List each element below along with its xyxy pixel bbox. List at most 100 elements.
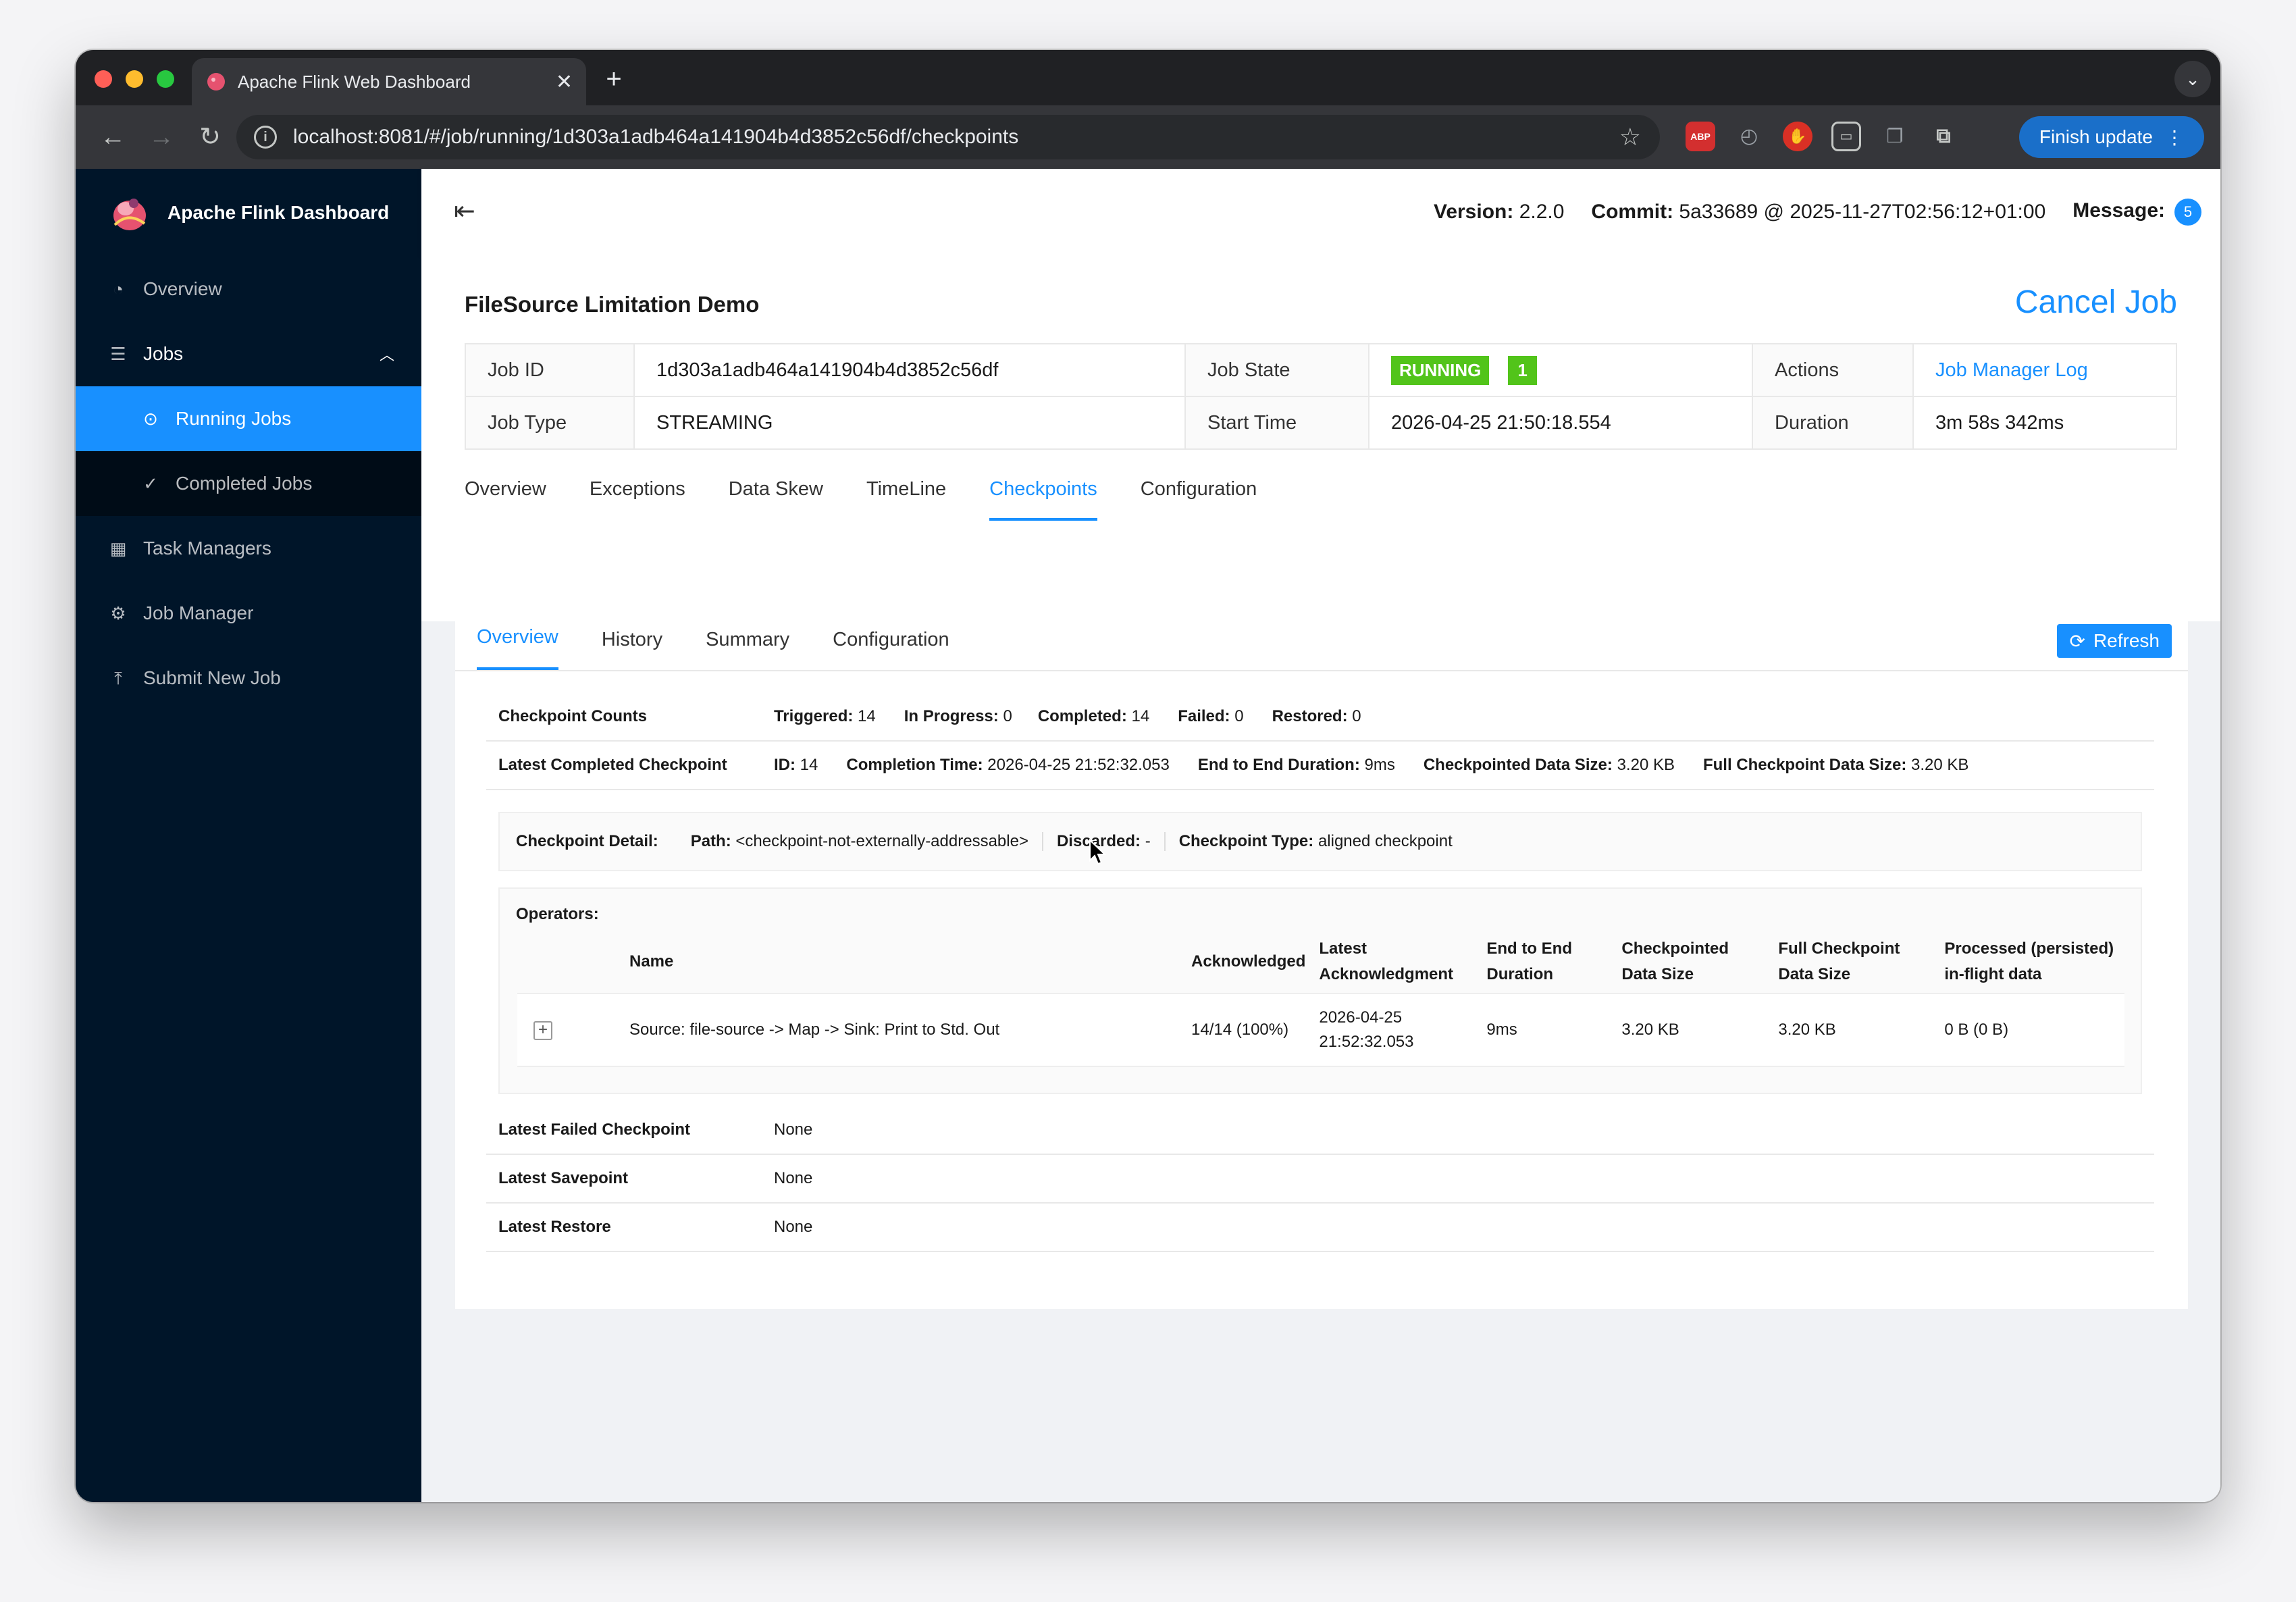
back-button[interactable]: ← [96, 120, 130, 154]
job-type-label: Job Type [465, 396, 635, 450]
operator-latest-ack: 2026-04-25 21:52:32.053 [1312, 993, 1480, 1067]
version-info: Version: 2.2.0 Commit: 5a33689 @ 2025-11… [1434, 199, 2201, 226]
extensions-puzzle-icon[interactable]: ⧉ [1929, 122, 1958, 151]
latest-failed-label: Latest Failed Checkpoint [498, 1120, 691, 1139]
refresh-button[interactable]: ⟳ Refresh [2057, 624, 2172, 658]
job-title: FileSource Limitation Demo [465, 292, 760, 317]
stop-extension-icon[interactable]: ✋ [1783, 122, 1812, 151]
sidebar-item-completed-jobs[interactable]: ✓ Completed Jobs [76, 451, 421, 516]
dashboard-icon: ◔ [113, 279, 124, 299]
failed-label: Failed: [1178, 707, 1230, 725]
actions-label: Actions [1752, 343, 1914, 397]
operator-checkpointed-size: 3.20 KB [1615, 993, 1772, 1067]
more-vert-icon: ⋮ [2165, 126, 2184, 148]
site-info-icon[interactable]: i [254, 126, 277, 149]
sidebar: Apache Flink Dashboard ◔ Overview ☰ Jobs… [76, 169, 421, 1502]
latest-restore-label: Latest Restore [498, 1218, 611, 1236]
sidebar-item-jobs[interactable]: ☰ Jobs ︿ [76, 321, 421, 386]
tab-data-skew[interactable]: Data Skew [729, 478, 823, 521]
sidebar-item-overview[interactable]: ◔ Overview [76, 257, 421, 321]
table-row: + Source: file-source -> Map -> Sink: Pr… [517, 993, 2124, 1067]
sidebar-item-task-managers[interactable]: ▦ Task Managers [76, 516, 421, 581]
tab-search-button[interactable]: ⌄ [2174, 61, 2211, 97]
cancel-job-button[interactable]: Cancel Job [2015, 284, 2177, 321]
reload-button[interactable]: ↻ [193, 120, 227, 154]
refresh-icon: ⟳ [2069, 630, 2085, 652]
top-bar: ⇤ Version: 2.2.0 Commit: 5a33689 @ 2025-… [421, 169, 2220, 255]
job-id-label: Job ID [465, 343, 635, 397]
checkpoint-tab-overview[interactable]: Overview [477, 626, 558, 670]
checkpoint-counts-row: Checkpoint Counts Triggered: 14 In Progr… [486, 693, 2154, 742]
latest-failed-row: Latest Failed Checkpoint None [486, 1106, 2154, 1155]
in-progress-label: In Progress: [904, 707, 999, 725]
maximize-window-button[interactable] [157, 70, 174, 88]
tab-timeline[interactable]: TimeLine [866, 478, 946, 521]
operator-full-size: 3.20 KB [1771, 993, 1938, 1067]
job-info-row: Job ID 1d303a1adb464a141904b4d3852c56df … [465, 343, 2177, 397]
completion-time: Completion Time: 2026-04-25 21:52:32.053 [846, 756, 1169, 775]
screen-extension-icon[interactable]: ▭ [1831, 122, 1861, 151]
browser-tab[interactable]: Apache Flink Web Dashboard ✕ [192, 58, 586, 105]
commit-label: Commit: [1591, 201, 1674, 223]
checkpoint-id-label: ID: [774, 756, 795, 774]
sidebar-item-label: Job Manager [143, 602, 254, 623]
job-state-cell: RUNNING 1 [1368, 343, 1753, 397]
job-id-value: 1d303a1adb464a141904b4d3852c56df [633, 343, 1186, 397]
checkpoint-detail-label: Checkpoint Detail: [516, 832, 658, 850]
close-tab-icon[interactable]: ✕ [556, 70, 573, 94]
sidebar-item-running-jobs[interactable]: ⊙ Running Jobs [76, 386, 421, 451]
sidebar-item-submit-new-job[interactable]: ⤒ Submit New Job [76, 646, 421, 710]
checkpoint-tab-history[interactable]: History [602, 629, 662, 670]
triggered-label: Triggered: [774, 707, 854, 725]
message-button[interactable]: Message: 5 [2072, 199, 2201, 226]
job-info-table: Job ID 1d303a1adb464a141904b4d3852c56df … [465, 343, 2177, 450]
address-bar[interactable]: i localhost:8081/#/job/running/1d303a1ad… [236, 115, 1660, 159]
adblock-extension-icon[interactable]: ABP [1686, 122, 1715, 151]
new-tab-button[interactable]: + [597, 62, 631, 96]
build-icon: ⚙ [110, 603, 126, 623]
job-manager-log-link[interactable]: Job Manager Log [1935, 359, 2088, 381]
copy-extension-icon[interactable]: ❐ [1880, 122, 1910, 151]
forward-button[interactable]: → [145, 120, 178, 154]
list-icon: ☰ [110, 344, 126, 364]
checkpoint-id: ID: 14 [774, 756, 818, 775]
column-header-acknowledged: Acknowledged [1184, 931, 1313, 994]
tab-overview[interactable]: Overview [465, 478, 546, 521]
menu-fold-icon[interactable]: ⇤ [454, 196, 475, 226]
finish-update-button[interactable]: Finish update ⋮ [2018, 116, 2204, 158]
close-window-button[interactable] [95, 70, 112, 88]
checkpoint-tab-configuration[interactable]: Configuration [833, 629, 949, 670]
brand[interactable]: Apache Flink Dashboard [76, 169, 421, 257]
operator-e2e: 9ms [1480, 993, 1615, 1067]
bookmark-star-icon[interactable]: ☆ [1619, 123, 1641, 151]
tab-configuration[interactable]: Configuration [1141, 478, 1257, 521]
url-text: localhost:8081/#/job/running/1d303a1adb4… [293, 126, 1019, 148]
operator-name: Source: file-source -> Map -> Sink: Prin… [623, 993, 1184, 1067]
checkpoint-type-label: Checkpoint Type: [1178, 832, 1314, 850]
duration-value: 3m 58s 342ms [1912, 396, 2177, 450]
checkpoint-tab-summary[interactable]: Summary [706, 629, 789, 670]
version-info-item: Version: 2.2.0 [1434, 201, 1564, 224]
checkpoint-id-value: 14 [800, 756, 818, 774]
completed-count: Completed: 14 [1038, 707, 1149, 726]
full-checkpoint-data-size-value: 3.20 KB [1911, 756, 1969, 774]
latest-savepoint-row: Latest Savepoint None [486, 1155, 2154, 1204]
triggered-value: 14 [858, 707, 876, 725]
sidebar-item-label: Submit New Job [143, 667, 281, 688]
job-state-count-badge: 1 [1508, 355, 1537, 385]
triggered-count: Triggered: 14 [774, 707, 876, 726]
sidebar-item-job-manager[interactable]: ⚙ Job Manager [76, 581, 421, 646]
completion-time-label: Completion Time: [846, 756, 983, 774]
operators-box: Operators: Name Acknowledged Latest Ackn… [498, 887, 2142, 1094]
latest-savepoint-value: None [774, 1169, 813, 1187]
failed-count: Failed: 0 [1178, 707, 1243, 726]
minimize-window-button[interactable] [126, 70, 143, 88]
operators-header-row: Name Acknowledged Latest Acknowledgment … [517, 931, 2124, 994]
tab-checkpoints[interactable]: Checkpoints [989, 478, 1097, 521]
history-extension-icon[interactable]: ◴ [1734, 122, 1764, 151]
in-progress-count: In Progress: 0 [904, 707, 1012, 726]
operators-table: Name Acknowledged Latest Acknowledgment … [517, 931, 2124, 1067]
tab-strip: Apache Flink Web Dashboard ✕ + ⌄ [76, 50, 2220, 105]
tab-exceptions[interactable]: Exceptions [590, 478, 685, 521]
expand-row-icon[interactable]: + [533, 1021, 552, 1040]
